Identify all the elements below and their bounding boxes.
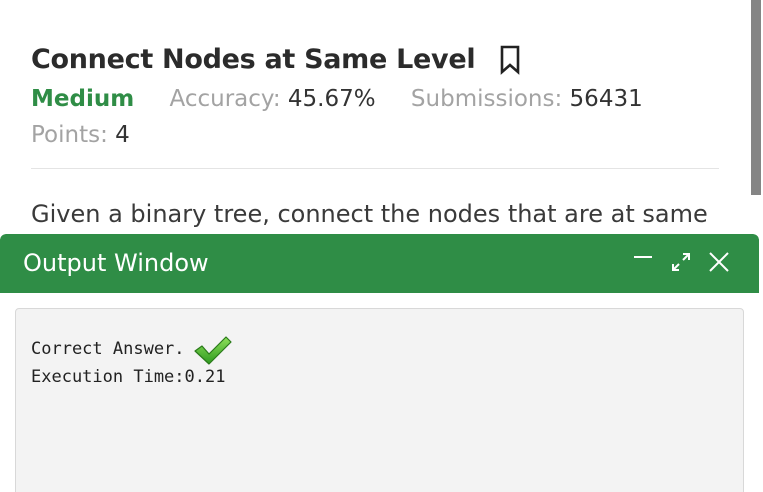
result-text: Correct Answer. — [31, 339, 185, 359]
submissions-value: 56431 — [569, 86, 643, 112]
output-window-header: Output Window — [0, 234, 759, 293]
checkmark-icon — [193, 335, 233, 367]
window-controls — [631, 250, 731, 274]
bookmark-icon[interactable] — [499, 45, 521, 75]
points-row: Points: 4 — [31, 122, 158, 148]
accuracy-label: Accuracy: — [169, 86, 288, 112]
minimize-icon[interactable] — [631, 250, 655, 274]
output-window: Output Window Correct Answer. Execution … — [0, 234, 759, 492]
difficulty-badge: Medium — [31, 86, 135, 112]
page: Connect Nodes at Same Level Medium Accur… — [0, 0, 763, 492]
expand-icon[interactable] — [669, 250, 693, 274]
execution-time: Execution Time:0.21 — [31, 367, 226, 387]
problem-title: Connect Nodes at Same Level — [31, 44, 476, 75]
problem-description: Given a binary tree, connect the nodes t… — [31, 200, 708, 228]
close-icon[interactable] — [707, 250, 731, 274]
output-window-title: Output Window — [23, 249, 209, 277]
points-label: Points: — [31, 122, 116, 148]
problem-meta: Medium Accuracy: 45.67% Submissions: 564… — [31, 86, 671, 112]
result-line: Correct Answer. — [31, 331, 233, 367]
output-console: Correct Answer. Execution Time:0.21 — [15, 308, 744, 492]
accuracy-value: 45.67% — [287, 86, 376, 112]
title-row: Connect Nodes at Same Level — [31, 44, 521, 75]
divider — [31, 168, 719, 169]
points-value: 4 — [115, 122, 130, 148]
submissions-label: Submissions: — [410, 86, 570, 112]
scrollbar-thumb[interactable] — [751, 0, 761, 195]
